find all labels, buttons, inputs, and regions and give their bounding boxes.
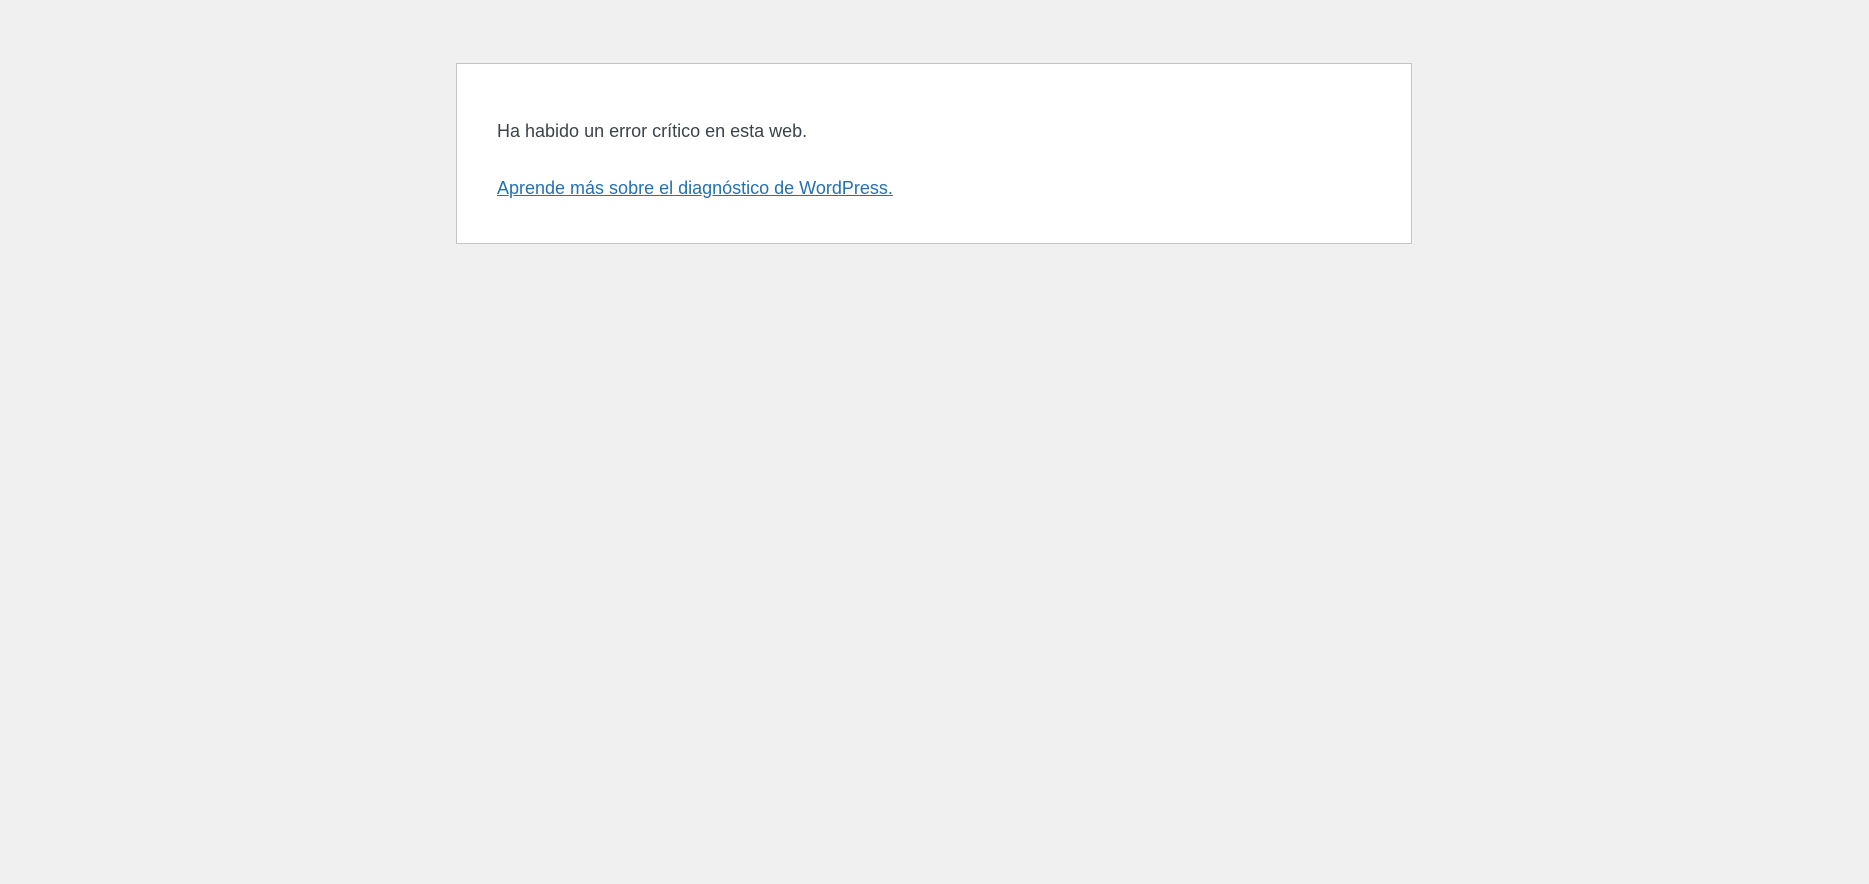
learn-more-link[interactable]: Aprende más sobre el diagnóstico de Word…: [497, 175, 893, 201]
error-panel: Ha habido un error crítico en esta web. …: [456, 63, 1412, 244]
error-message: Ha habido un error crítico en esta web.: [497, 121, 808, 141]
